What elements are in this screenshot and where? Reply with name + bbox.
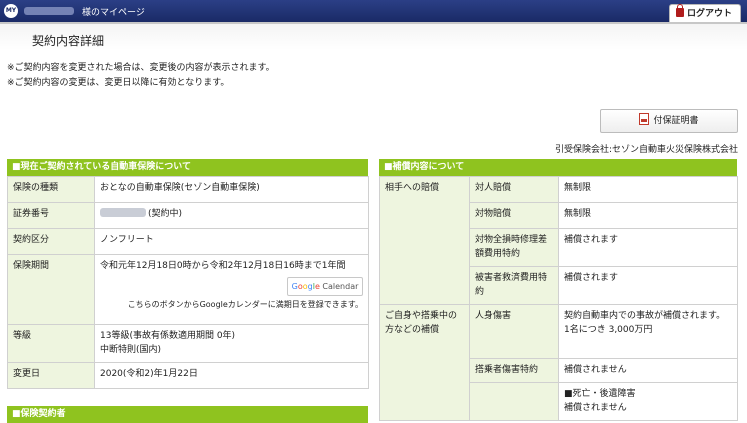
coverage-item: 対物全損時修理差額費用特約 — [469, 228, 559, 267]
coverage-item: 搭乗者傷害特約 — [469, 358, 559, 383]
logout-label: ログアウト — [686, 9, 732, 19]
row-label: 保険の種類 — [7, 176, 95, 203]
policyholder-section-heading: ■保険契約者 — [7, 406, 368, 423]
coverage-item — [469, 382, 559, 421]
table-row: 相手への賠償 対人賠償 無制限 — [379, 176, 738, 305]
google-calendar-note: こちらのボタンからGoogleカレンダーに満期日を登録できます。 — [127, 300, 363, 309]
coverage-subheading: ■死亡・後遺障害 — [564, 389, 636, 399]
row-label: 契約区分 — [7, 228, 95, 255]
row-value: 2020(令和2)年1月22日 — [94, 362, 369, 389]
title-bar: 契約内容詳細 — [0, 22, 747, 50]
contract-section-heading: ■現在ご契約されている自動車保険について — [7, 159, 368, 176]
table-row: 等級 13等級(事故有係数適用期間 0年) 中断特則(国内) — [7, 324, 369, 363]
policy-status: (契約中) — [148, 209, 183, 219]
coverage-amount: 1名につき 3,000万円 — [564, 325, 653, 335]
coverage-value: 無制限 — [558, 202, 738, 229]
row-label: 変更日 — [7, 362, 95, 389]
coverage-item: 対人賠償 — [469, 176, 559, 203]
coverage-item: 被害者救済費用特約 — [469, 266, 559, 305]
grade-special: 中断特則(国内) — [100, 345, 162, 355]
table-row: 契約区分 ノンフリート — [7, 228, 369, 255]
lock-icon — [675, 4, 684, 17]
mypage-logo-icon: MY — [4, 4, 18, 18]
page-title: 契約内容詳細 — [32, 34, 105, 48]
pdf-icon — [639, 113, 650, 125]
table-row: 保険の種類 おとなの自動車保険(セゾン自動車保険) — [7, 176, 369, 203]
mypage-label: 様のマイページ — [82, 8, 145, 18]
notice-line: ※ご契約内容を変更された場合は、変更後の内容が表示されます。 — [7, 63, 275, 73]
top-bar: MY 様のマイページ ログアウト — [0, 0, 747, 23]
blurred-user-name — [24, 7, 74, 15]
table-row: ご自身や搭乗中の方などの補償 人身傷害 契約自動車内での事故が補償されます。 1… — [379, 304, 738, 421]
notice-line: ※ご契約内容の変更は、変更日以降に有効となります。 — [7, 78, 230, 88]
table-row: 変更日 2020(令和2)年1月22日 — [7, 362, 369, 389]
row-value: ノンフリート — [94, 228, 369, 255]
blurred-policy-number — [100, 208, 146, 217]
insurance-period: 令和元年12月18日0時から令和2年12月18日16時まで1年間 — [100, 261, 346, 271]
coverage-item: 対物賠償 — [469, 202, 559, 229]
coverage-section-heading: ■補償内容について — [379, 159, 737, 176]
row-label: 等級 — [7, 324, 95, 363]
coverage-table: 相手への賠償 対人賠償 無制限 対物賠償 無制限 対物全損時修理差額費用特約 補… — [379, 176, 738, 421]
certificate-button-label: 付保証明書 — [653, 116, 699, 126]
coverage-value: 補償されます — [558, 228, 738, 267]
google-calendar-label: Calendar — [322, 282, 359, 291]
grade-value: 13等級(事故有係数適用期間 0年) — [100, 331, 236, 341]
coverage-value: 補償されます — [558, 266, 738, 305]
table-row: 保険期間 令和元年12月18日0時から令和2年12月18日16時まで1年間 Go… — [7, 254, 369, 325]
coverage-value: 補償されません — [558, 358, 738, 383]
group-label: ご自身や搭乗中の方などの補償 — [379, 304, 470, 421]
coverage-item: 人身傷害 — [469, 304, 559, 359]
row-label: 証券番号 — [7, 202, 95, 229]
google-calendar-button[interactable]: Google Calendar — [287, 277, 363, 296]
row-label: 保険期間 — [7, 254, 95, 325]
row-value: おとなの自動車保険(セゾン自動車保険) — [94, 176, 369, 203]
contract-table: 保険の種類 おとなの自動車保険(セゾン自動車保険) 証券番号 (契約中) 契約区… — [7, 176, 369, 389]
table-row: 証券番号 (契約中) — [7, 202, 369, 229]
coverage-value: 補償されません — [564, 403, 627, 413]
insurer-name: 引受保険会社:セゾン自動車火災保険株式会社 — [554, 145, 738, 155]
logout-button[interactable]: ログアウト — [668, 4, 741, 23]
group-label: 相手への賠償 — [379, 176, 470, 305]
coverage-value: 契約自動車内での事故が補償されます。 — [564, 311, 726, 321]
certificate-button[interactable]: 付保証明書 — [600, 109, 738, 133]
coverage-value: 無制限 — [558, 176, 738, 203]
